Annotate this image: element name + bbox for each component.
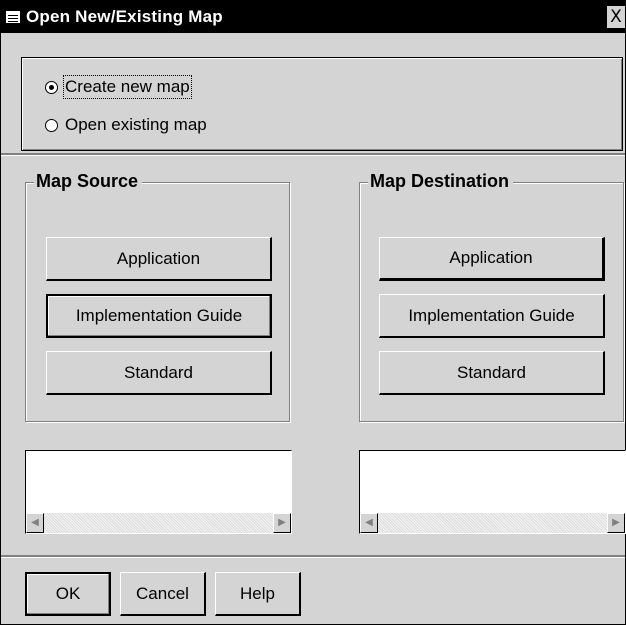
destination-implementation-guide-button[interactable]: Implementation Guide bbox=[379, 294, 605, 338]
scroll-right-arrow-icon[interactable]: ▶ bbox=[607, 513, 625, 533]
title-bar[interactable]: Open New/Existing Map X bbox=[1, 1, 625, 33]
divider bbox=[1, 153, 625, 155]
open-existing-map-option[interactable]: Open existing map bbox=[45, 114, 207, 136]
open-existing-map-label[interactable]: Open existing map bbox=[65, 115, 207, 135]
radio-create-new[interactable] bbox=[45, 80, 58, 94]
map-destination-title: Map Destination bbox=[368, 171, 514, 192]
destination-application-button[interactable]: Application bbox=[379, 237, 605, 281]
window-menu-icon[interactable] bbox=[6, 11, 20, 23]
destination-horizontal-scrollbar[interactable]: ◀ ▶ bbox=[360, 513, 625, 533]
footer-divider bbox=[1, 555, 625, 557]
source-horizontal-scrollbar[interactable]: ◀ ▶ bbox=[26, 513, 291, 533]
scroll-left-arrow-icon[interactable]: ◀ bbox=[26, 513, 44, 533]
radio-open-existing[interactable] bbox=[45, 118, 58, 132]
scroll-right-arrow-icon[interactable]: ▶ bbox=[273, 513, 291, 533]
open-map-dialog: Open New/Existing Map X Create new map O… bbox=[0, 0, 626, 625]
ok-button[interactable]: OK bbox=[25, 572, 111, 616]
cancel-button[interactable]: Cancel bbox=[120, 572, 206, 616]
map-source-title: Map Source bbox=[34, 171, 143, 192]
window-title: Open New/Existing Map bbox=[26, 7, 223, 26]
source-implementation-guide-button[interactable]: Implementation Guide bbox=[46, 294, 272, 338]
source-application-button[interactable]: Application bbox=[46, 237, 272, 281]
scroll-left-arrow-icon[interactable]: ◀ bbox=[360, 513, 378, 533]
destination-list[interactable]: ◀ ▶ bbox=[359, 450, 626, 534]
source-list[interactable]: ◀ ▶ bbox=[25, 450, 292, 534]
source-standard-button[interactable]: Standard bbox=[46, 351, 272, 395]
mode-panel bbox=[21, 57, 623, 151]
close-button[interactable]: X bbox=[607, 6, 625, 28]
destination-standard-button[interactable]: Standard bbox=[379, 351, 605, 395]
create-new-map-option[interactable]: Create new map bbox=[45, 75, 192, 99]
help-button[interactable]: Help bbox=[215, 572, 301, 616]
create-new-map-label[interactable]: Create new map bbox=[63, 75, 192, 99]
